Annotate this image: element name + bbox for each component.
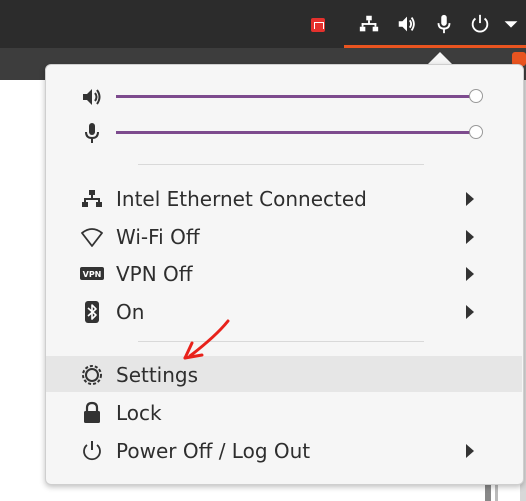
microphone-slider-handle[interactable] xyxy=(469,125,483,139)
menu-item-label: Settings xyxy=(116,363,199,387)
menu-item-power-off[interactable]: Power Off / Log Out xyxy=(46,432,522,468)
menu-item-bluetooth[interactable]: On xyxy=(46,293,522,329)
menu-item-label: Wi-Fi Off xyxy=(116,225,200,249)
dropdown-arrow-icon[interactable] xyxy=(500,13,522,35)
volume-icon xyxy=(83,89,101,105)
wifi-icon xyxy=(81,228,103,247)
power-icon xyxy=(83,441,101,461)
vpn-icon: VPN xyxy=(80,267,104,280)
power-icon[interactable] xyxy=(469,13,491,35)
menu-separator xyxy=(138,164,424,165)
menu-pointer xyxy=(428,52,452,64)
menu-item-label: Power Off / Log Out xyxy=(116,439,311,463)
active-indicator xyxy=(344,45,526,48)
microphone-slider[interactable] xyxy=(116,125,483,139)
submenu-arrow-icon xyxy=(466,192,474,206)
volume-icon[interactable] xyxy=(396,13,418,35)
network-icon[interactable] xyxy=(358,13,380,35)
network-wired-icon xyxy=(82,190,102,207)
submenu-arrow-icon xyxy=(466,305,474,319)
svg-text:VPN: VPN xyxy=(83,270,102,279)
lock-icon xyxy=(84,401,100,423)
microphone-icon xyxy=(85,123,99,143)
microphone-slider-row xyxy=(80,121,490,145)
volume-slider-row xyxy=(80,85,490,109)
bluetooth-icon xyxy=(85,301,99,323)
app-indicator-icon[interactable] xyxy=(311,18,325,32)
gear-icon xyxy=(82,365,102,385)
menu-item-label: Lock xyxy=(116,401,162,425)
volume-slider-handle[interactable] xyxy=(469,89,483,103)
microphone-slider-fill xyxy=(116,131,476,134)
menu-item-settings[interactable]: Settings xyxy=(46,356,522,392)
menu-item-wifi[interactable]: Wi-Fi Off xyxy=(46,218,522,254)
menu-item-label: On xyxy=(116,300,145,324)
menu-item-label: VPN Off xyxy=(116,262,193,286)
microphone-icon[interactable] xyxy=(433,13,455,35)
annotation-arrow xyxy=(183,319,230,360)
top-panel xyxy=(0,0,526,48)
submenu-arrow-icon xyxy=(466,230,474,244)
volume-slider[interactable] xyxy=(116,89,483,103)
menu-item-ethernet[interactable]: Intel Ethernet Connected xyxy=(46,180,522,216)
menu-item-lock[interactable]: Lock xyxy=(46,394,522,430)
menu-item-label: Intel Ethernet Connected xyxy=(116,187,367,211)
volume-slider-fill xyxy=(116,95,476,98)
submenu-arrow-icon xyxy=(466,444,474,458)
menu-item-vpn[interactable]: VPN VPN Off xyxy=(46,255,522,291)
submenu-arrow-icon xyxy=(466,267,474,281)
